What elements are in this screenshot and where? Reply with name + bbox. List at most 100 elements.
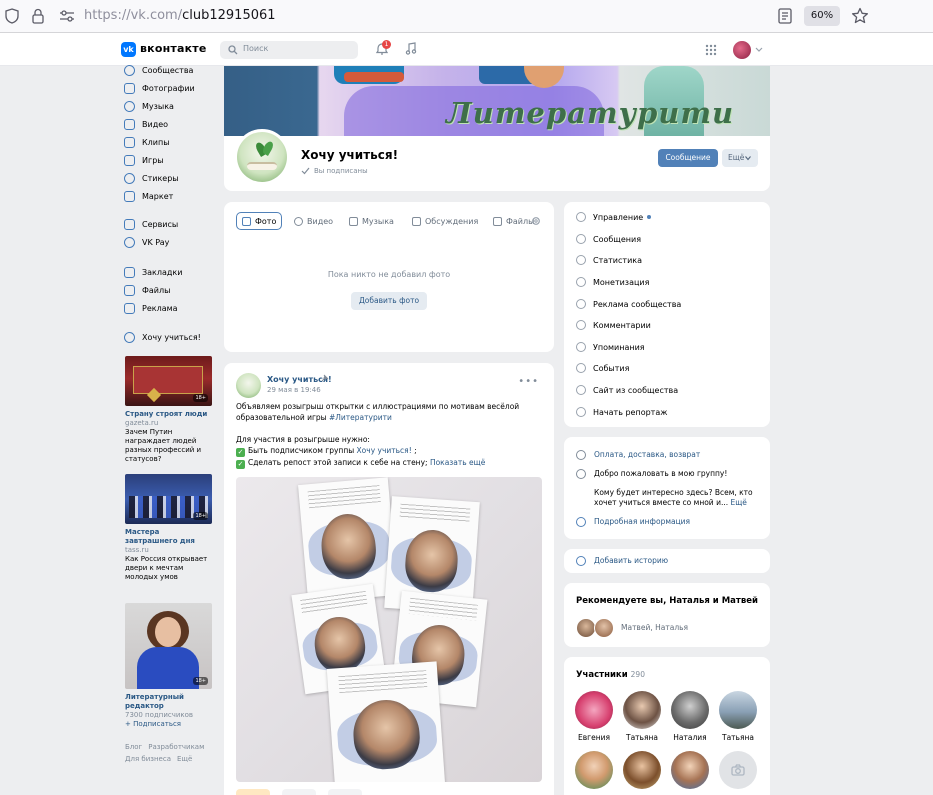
sidebar-item-ads[interactable]: Реклама xyxy=(124,301,219,315)
avatar[interactable] xyxy=(576,618,596,638)
details-info[interactable]: Подробная информация xyxy=(576,517,690,527)
ad-image[interactable]: 18+ xyxy=(125,356,212,406)
sidebar-item-music[interactable]: Музыка xyxy=(124,99,219,113)
delivery-info[interactable]: Оплата, доставка, возврат xyxy=(576,450,700,460)
ad-image[interactable]: 18+ xyxy=(125,603,212,689)
sidebar-item-services[interactable]: Сервисы xyxy=(124,217,219,231)
music-player-icon[interactable] xyxy=(405,42,417,55)
recommender-avatars[interactable] xyxy=(576,618,616,638)
ad-text[interactable]: Зачем Путин награждает людей разных проф… xyxy=(125,428,212,464)
menu-item-community-ads[interactable]: Реклама сообщества xyxy=(576,297,681,311)
tab-music[interactable]: Музыка xyxy=(349,212,394,230)
menu-item-events[interactable]: События xyxy=(576,361,629,375)
details-link[interactable]: Подробная информация xyxy=(594,517,690,527)
message-button[interactable]: Сообщение xyxy=(658,149,718,167)
ad-title[interactable]: Мастера завтрашнего дня xyxy=(125,528,212,546)
like-button[interactable] xyxy=(236,789,270,795)
footer-link-more[interactable]: Ещё xyxy=(177,755,192,763)
hashtag-link[interactable]: #Литературити xyxy=(329,413,392,422)
members-title[interactable]: Участники 290 xyxy=(576,670,645,680)
reader-view-icon[interactable] xyxy=(778,8,792,24)
recommender-names[interactable]: Матвей, Наталья xyxy=(621,623,688,632)
avatar[interactable] xyxy=(719,691,757,729)
footer-link-business[interactable]: Для бизнеса xyxy=(125,755,171,763)
sidebar-item-clips[interactable]: Клипы xyxy=(124,135,219,149)
member-card[interactable]: Евгения xyxy=(574,691,614,742)
sidebar-item-market[interactable]: Маркет xyxy=(124,189,219,203)
sidebar-item-group[interactable]: Хочу учиться! xyxy=(124,330,219,344)
member-card[interactable] xyxy=(718,751,758,789)
avatar[interactable] xyxy=(623,751,661,789)
chevron-down-icon[interactable] xyxy=(755,45,763,53)
subscribe-link[interactable]: + Подписаться xyxy=(125,720,212,729)
menu-item-site[interactable]: Сайт из сообщества xyxy=(576,383,678,397)
member-card[interactable] xyxy=(622,751,662,789)
sidebar-item-games[interactable]: Игры xyxy=(124,153,219,167)
menu-item-mentions[interactable]: Упоминания xyxy=(576,340,645,354)
sidebar-item-communities[interactable]: Сообщества xyxy=(124,63,219,77)
post-author-avatar[interactable] xyxy=(236,373,261,398)
site-wordmark[interactable]: вконтакте xyxy=(140,42,206,55)
ad-title[interactable]: Литературный редактор xyxy=(125,693,212,711)
description-more-link[interactable]: Ещё xyxy=(730,498,746,507)
ad-title[interactable]: Страну строят люди xyxy=(125,410,212,419)
address-bar[interactable]: https://vk.com/club12915061 xyxy=(84,8,276,23)
menu-item-messages[interactable]: Сообщения xyxy=(576,232,641,246)
post-menu-icon[interactable]: ••• xyxy=(518,376,539,387)
post-photo[interactable] xyxy=(236,477,542,782)
bookmark-star-icon[interactable] xyxy=(851,7,869,25)
sidebar-item-stickers[interactable]: Стикеры xyxy=(124,171,219,185)
avatar[interactable] xyxy=(594,618,614,638)
sidebar-item-bookmarks[interactable]: Закладки xyxy=(124,265,219,279)
lock-icon[interactable] xyxy=(32,8,44,24)
search-input[interactable]: Поиск xyxy=(220,41,358,59)
member-card[interactable] xyxy=(574,751,614,789)
ad-image[interactable]: 18+ xyxy=(125,474,212,524)
permissions-icon[interactable] xyxy=(59,9,75,23)
avatar[interactable] xyxy=(719,751,757,789)
shield-icon[interactable] xyxy=(5,8,19,24)
post-date[interactable]: 29 мая в 19:46 xyxy=(267,386,321,394)
add-photo-button[interactable]: Добавить фото xyxy=(351,292,427,310)
footer-link-developers[interactable]: Разработчикам xyxy=(148,743,204,751)
ad-card[interactable]: 18+ Страну строят люди gazeta.ru Зачем П… xyxy=(125,356,212,464)
ad-card[interactable]: 18+ Литературный редактор 7300 подписчик… xyxy=(125,603,212,729)
avatar[interactable] xyxy=(671,751,709,789)
ad-card[interactable]: 18+ Мастера завтрашнего дня tass.ru Как … xyxy=(125,474,212,582)
sidebar-item-photos[interactable]: Фотографии xyxy=(124,81,219,95)
avatar[interactable] xyxy=(575,751,613,789)
member-card[interactable]: Татьяна xyxy=(718,691,758,742)
zoom-level[interactable]: 60% xyxy=(804,6,840,26)
avatar[interactable] xyxy=(671,691,709,729)
group-mention-link[interactable]: Хочу учиться! xyxy=(357,446,412,455)
comment-button[interactable] xyxy=(282,789,316,795)
ad-text[interactable]: Как Россия открывает двери к мечтам моло… xyxy=(125,555,212,582)
subscription-status[interactable]: Вы подписаны xyxy=(301,167,368,175)
menu-item-manage[interactable]: Управление xyxy=(576,210,652,224)
menu-item-stats[interactable]: Статистика xyxy=(576,253,642,267)
tab-files[interactable]: Файлы xyxy=(493,212,536,230)
menu-item-comments[interactable]: Комментарии xyxy=(576,318,651,332)
share-button[interactable] xyxy=(328,789,362,795)
apps-grid-icon[interactable] xyxy=(705,44,717,56)
member-card[interactable]: Татьяна xyxy=(622,691,662,742)
delivery-link[interactable]: Оплата, доставка, возврат xyxy=(594,450,700,460)
tab-discussions[interactable]: Обсуждения xyxy=(412,212,478,230)
member-card[interactable]: Наталия xyxy=(670,691,710,742)
user-avatar[interactable] xyxy=(733,41,751,59)
group-avatar[interactable] xyxy=(234,129,290,185)
tab-photos[interactable]: Фото xyxy=(236,212,283,230)
tab-video[interactable]: Видео xyxy=(294,212,333,230)
vk-logo-icon[interactable]: vk xyxy=(121,42,136,57)
add-story[interactable]: Добавить историю xyxy=(564,549,770,573)
sidebar-item-files[interactable]: Файлы xyxy=(124,283,219,297)
member-card[interactable] xyxy=(670,751,710,789)
menu-item-monetization[interactable]: Монетизация xyxy=(576,275,649,289)
sidebar-item-video[interactable]: Видео xyxy=(124,117,219,131)
more-button[interactable]: Ещё xyxy=(722,149,758,167)
menu-item-broadcast[interactable]: Начать репортаж xyxy=(576,405,667,419)
sidebar-item-vkpay[interactable]: VK Pay xyxy=(124,235,219,249)
avatar[interactable] xyxy=(575,691,613,729)
gear-icon[interactable] xyxy=(531,216,541,226)
avatar[interactable] xyxy=(623,691,661,729)
